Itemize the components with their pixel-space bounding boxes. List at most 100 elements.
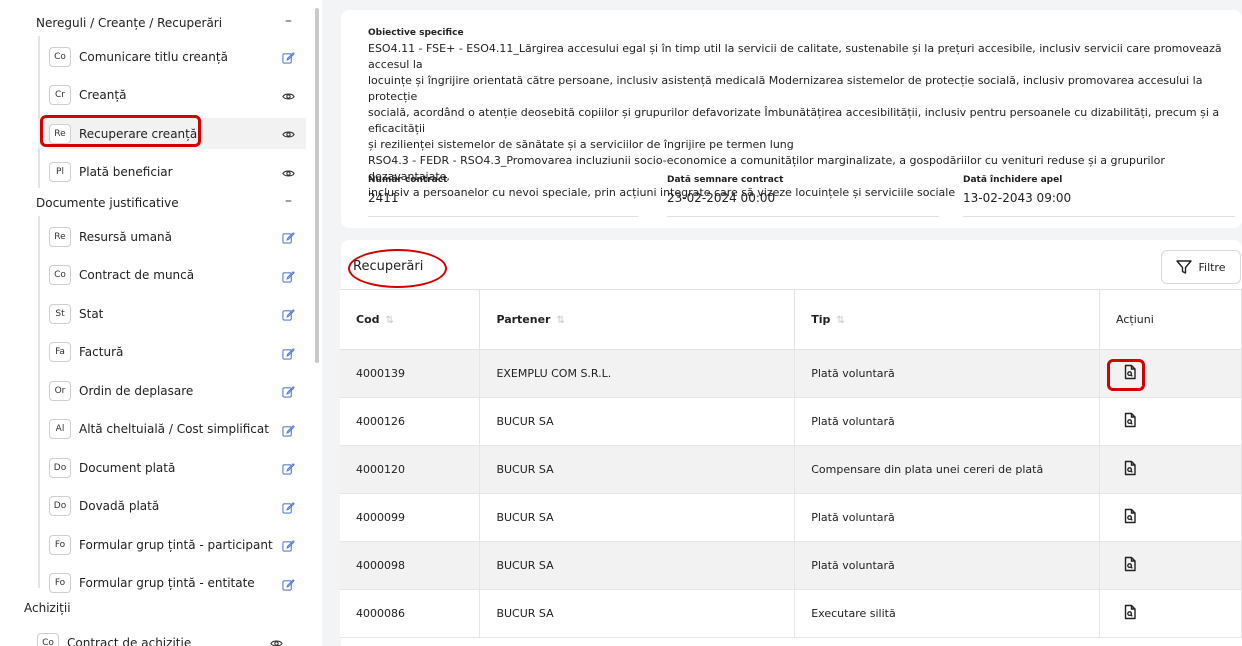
view-icon[interactable] xyxy=(270,635,284,646)
view-icon[interactable] xyxy=(282,88,296,102)
column-header-actiuni: Acțiuni xyxy=(1099,289,1242,350)
sidebar-item[interactable]: Co Contract de achiziție xyxy=(26,627,294,646)
sort-icon[interactable]: ⇅ xyxy=(836,315,844,326)
sidebar-item[interactable]: Do Document plată xyxy=(38,452,306,483)
sort-icon[interactable]: ⇅ xyxy=(557,315,565,326)
highlight-recuperari-title xyxy=(348,249,447,288)
edit-icon[interactable] xyxy=(282,229,296,244)
edit-icon[interactable] xyxy=(282,383,296,398)
edit-icon[interactable] xyxy=(282,422,296,437)
sidebar-section-documente[interactable]: Documente justificative xyxy=(36,196,179,210)
edit-icon[interactable] xyxy=(282,268,296,283)
field-underline xyxy=(368,216,638,217)
sidebar-item[interactable]: Re Resursă umană xyxy=(38,221,306,252)
sidebar-item-badge: Do xyxy=(49,496,71,516)
column-header-tip[interactable]: Tip ⇅ xyxy=(794,289,1101,350)
sidebar-item[interactable]: Co Contract de muncă xyxy=(38,260,306,291)
sidebar-item-badge: Re xyxy=(49,226,71,247)
column-label: Tip xyxy=(811,313,831,326)
filter-label: Filtre xyxy=(1198,260,1226,274)
sidebar-item-badge: Fo xyxy=(49,573,71,593)
edit-icon[interactable] xyxy=(282,460,296,475)
sidebar-scrollbar[interactable] xyxy=(315,8,319,363)
filter-button[interactable]: Filtre xyxy=(1161,250,1241,284)
sidebar-item[interactable]: Co Comunicare titlu creanță xyxy=(38,41,306,72)
app-root: Nereguli / Creanțe / Recuperări – Docume… xyxy=(0,0,1242,646)
field-underline xyxy=(667,216,939,217)
sidebar-section-nereguli[interactable]: Nereguli / Creanțe / Recuperări xyxy=(36,16,222,30)
sidebar-item-label: Formular grup țintă - entitate xyxy=(79,576,255,590)
collapse-documente-button[interactable]: – xyxy=(285,193,292,209)
table-row[interactable]: 4000086 BUCUR SA Executare silită xyxy=(340,589,1242,638)
cell-tip: Compensare din plata unei cereri de plat… xyxy=(794,445,1101,494)
cell-cod: 4000126 xyxy=(340,397,481,446)
column-header-partener[interactable]: Partener ⇅ xyxy=(479,289,796,350)
view-document-icon[interactable] xyxy=(1122,412,1138,431)
sidebar-item-label: Comunicare titlu creanță xyxy=(79,49,228,64)
sidebar-item-label: Stat xyxy=(79,306,104,321)
sidebar-item-label: Plată beneficiar xyxy=(79,165,173,179)
table-row[interactable]: 4000099 BUCUR SA Plată voluntară xyxy=(340,493,1242,542)
table-row[interactable]: 4000098 BUCUR SA Plată voluntară xyxy=(340,541,1242,590)
sidebar-item[interactable]: Do Dovadă plată xyxy=(38,491,306,522)
sidebar-item-label: Document plată xyxy=(79,460,176,475)
sidebar-item[interactable]: Fa Factură xyxy=(38,337,306,368)
cell-partener: BUCUR SA xyxy=(479,445,796,494)
sidebar-item-badge: Do xyxy=(49,457,71,478)
edit-icon[interactable] xyxy=(282,537,296,552)
table-row[interactable]: 4000126 BUCUR SA Plată voluntară xyxy=(340,397,1242,446)
sidebar-item-badge: Pl xyxy=(49,162,71,182)
close-date-value: 13-02-2043 09:00 xyxy=(963,191,1072,205)
objectives-line: socială, acordând o atenție deosebită co… xyxy=(368,106,1220,135)
sidebar-item[interactable]: Cr Creanță xyxy=(38,80,306,111)
sidebar-item[interactable]: Pl Plată beneficiar xyxy=(38,157,306,188)
column-label: Partener xyxy=(496,313,551,326)
view-document-icon[interactable] xyxy=(1122,508,1138,527)
edit-icon[interactable] xyxy=(282,499,296,514)
edit-icon[interactable] xyxy=(282,576,296,591)
contract-number-value: 2411 xyxy=(368,191,399,205)
sidebar-item[interactable]: Al Altă cheltuială / Cost simplificat xyxy=(38,414,306,445)
field-underline xyxy=(963,216,1235,217)
collapse-nereguli-button[interactable]: – xyxy=(285,13,292,29)
sidebar-item-badge: Co xyxy=(49,265,71,285)
view-document-icon[interactable] xyxy=(1122,604,1138,623)
edit-icon[interactable] xyxy=(282,306,296,321)
sidebar-item[interactable]: Or Ordin de deplasare xyxy=(38,375,306,406)
cell-tip: Plată voluntară xyxy=(794,493,1101,542)
sign-date-field: Dată semnare contract 23-02-2024 00:00 xyxy=(667,175,939,217)
cell-partener: BUCUR SA xyxy=(479,541,796,590)
sidebar-item-badge: Fa xyxy=(49,342,71,362)
edit-icon[interactable] xyxy=(282,345,296,360)
cell-tip: Plată voluntară xyxy=(794,349,1101,398)
cell-tip: Executare silită xyxy=(794,589,1101,638)
view-icon[interactable] xyxy=(282,165,296,179)
objectives-line: și rezilienței sistemelor de sănătate și… xyxy=(368,138,794,151)
cell-partener: EXEMPLU COM S.R.L. xyxy=(479,349,796,398)
sidebar-section-achizitii[interactable]: Achiziții xyxy=(24,601,71,615)
table-row[interactable]: 4000120 BUCUR SA Compensare din plata unei… xyxy=(340,445,1242,494)
sidebar-item[interactable]: Fo Formular grup țintă - entitate xyxy=(38,568,306,599)
objectives-line: ESO4.11 - FSE+ - ESO4.11_Lărgirea accesu… xyxy=(368,42,1222,71)
sidebar-item-label: Resursă umană xyxy=(79,229,172,244)
column-header-cod[interactable]: Cod ⇅ xyxy=(340,289,481,350)
cell-actiuni xyxy=(1099,493,1242,542)
edit-icon[interactable] xyxy=(282,49,296,64)
contract-number-label: Număr contract xyxy=(368,175,448,185)
sidebar-item[interactable]: St Stat xyxy=(38,298,306,329)
cell-tip: Plată voluntară xyxy=(794,541,1101,590)
view-icon[interactable] xyxy=(282,126,296,140)
details-card: Obiective specifice ESO4.11 - FSE+ - ESO… xyxy=(341,10,1242,228)
sidebar-item[interactable]: Fo Formular grup țintă - participant xyxy=(38,529,306,560)
cell-actiuni xyxy=(1099,397,1242,446)
view-document-icon[interactable] xyxy=(1122,556,1138,575)
sort-icon[interactable]: ⇅ xyxy=(386,315,394,326)
cell-cod: 4000086 xyxy=(340,589,481,638)
sidebar: Nereguli / Creanțe / Recuperări – Docume… xyxy=(0,0,322,646)
highlight-recuperare-creanta xyxy=(40,115,201,147)
cell-cod: 4000099 xyxy=(340,493,481,542)
sidebar-item-label: Ordin de deplasare xyxy=(79,383,194,398)
view-document-icon[interactable] xyxy=(1122,460,1138,479)
column-label: Cod xyxy=(356,313,380,326)
column-label: Acțiuni xyxy=(1116,313,1154,326)
